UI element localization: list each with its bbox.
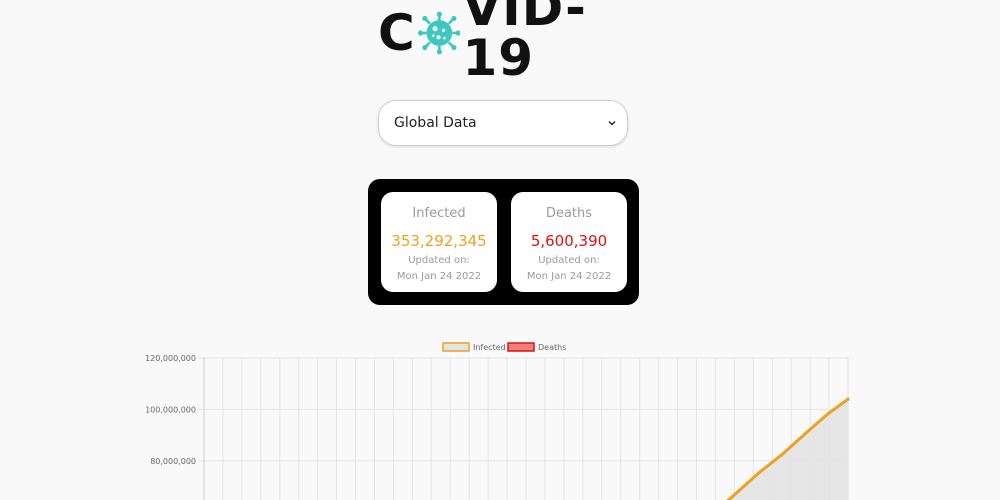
- infected-card: Infected 353,292,345 Updated on: Mon Jan…: [381, 192, 497, 292]
- region-select[interactable]: Global Data: [378, 100, 628, 146]
- infected-updated-date: Mon Jan 24 2022: [396, 271, 482, 282]
- infected-point: [730, 495, 734, 499]
- infected-count: 353,292,345: [391, 232, 487, 250]
- infected-updated-label: Updated on:: [408, 255, 470, 266]
- deaths-count: 5,600,390: [530, 232, 608, 250]
- covid-logo: C VID-19: [378, 0, 630, 83]
- deaths-card: Deaths 5,600,390 Updated on: Mon Jan 24 …: [511, 192, 627, 292]
- cases-chart: 120,000,000100,000,00080,000,00060,000,0…: [140, 338, 860, 500]
- logo-text-start: C: [378, 4, 416, 62]
- infected-point: [846, 397, 850, 401]
- deaths-label: Deaths: [545, 206, 593, 221]
- y-tick-label: 120,000,000: [145, 354, 196, 363]
- infected-point: [807, 428, 811, 432]
- stats-panel: Infected 353,292,345 Updated on: Mon Jan…: [368, 179, 639, 305]
- deaths-updated-label: Updated on:: [538, 255, 600, 266]
- page: C VID-19 Global Data Infected 353,292,34…: [0, 0, 1000, 500]
- logo-text-end: VID-19: [462, 0, 587, 87]
- infected-point: [827, 411, 831, 415]
- legend-swatch-deaths: [507, 342, 535, 352]
- region-select-value: Global Data: [394, 115, 477, 131]
- virus-icon: [417, 11, 461, 55]
- deaths-updated-date: Mon Jan 24 2022: [526, 271, 612, 282]
- infected-point: [756, 472, 760, 476]
- chevron-down-icon: [608, 121, 616, 126]
- legend-swatch-infected: [442, 342, 470, 352]
- y-tick-label: 80,000,000: [150, 457, 196, 466]
- y-tick-label: 100,000,000: [145, 405, 196, 414]
- legend-label-infected: Infected: [473, 343, 506, 352]
- legend-label-deaths: Deaths: [538, 343, 566, 352]
- infected-label: Infected: [412, 206, 466, 221]
- cases-chart-svg: 120,000,000100,000,00080,000,00060,000,0…: [145, 342, 850, 500]
- infected-point: [782, 451, 786, 455]
